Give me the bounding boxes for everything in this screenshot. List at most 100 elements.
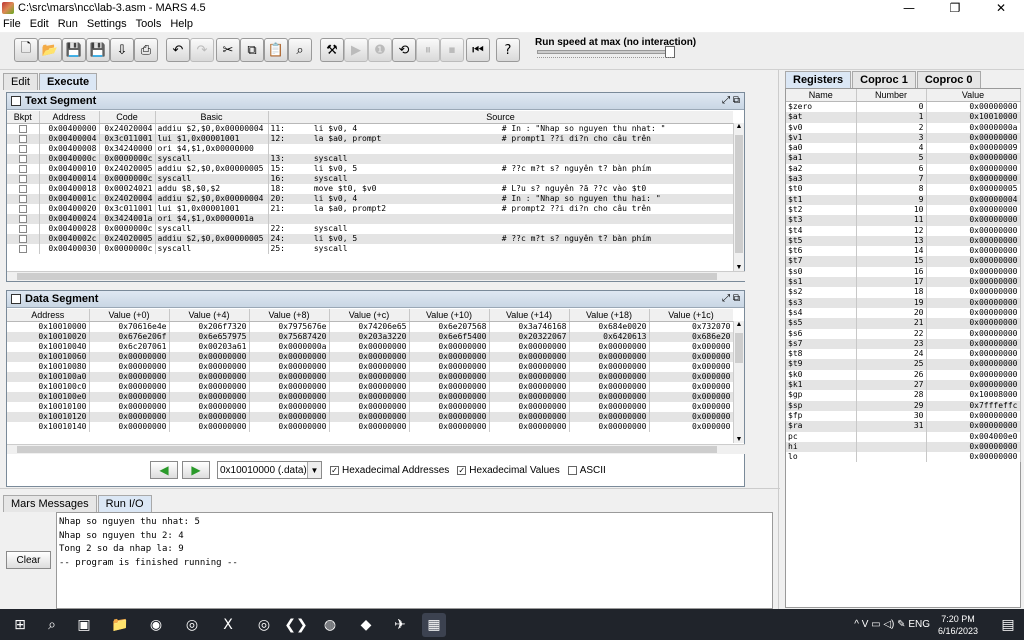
scroll-up-icon[interactable]: ▲ (734, 123, 744, 130)
text-segment-vscroll[interactable]: ▲ ▼ (733, 123, 744, 271)
register-value[interactable]: 0x00000000 (926, 235, 1021, 247)
reset-icon[interactable]: ⏮ (466, 38, 490, 62)
value-cell[interactable]: 0x00000000 (169, 422, 250, 432)
value-cell[interactable]: 0x00000000 (409, 392, 490, 402)
value-cell[interactable]: 0x00000000 (169, 382, 250, 392)
clock[interactable]: 7:20 PM 6/16/2023 (938, 613, 978, 637)
scroll-thumb[interactable] (735, 333, 743, 363)
breakpoint-checkbox[interactable] (18, 184, 27, 193)
value-cell[interactable]: 0x000000 (649, 392, 733, 402)
register-value[interactable]: 0x004000e0 (926, 431, 1021, 442)
value-cell[interactable]: 0x6e6f5400 (409, 332, 490, 342)
value-cell[interactable]: 0x000000 (649, 422, 733, 432)
value-cell[interactable]: 0x206f7320 (169, 321, 250, 332)
scroll-up-icon[interactable]: ▲ (734, 321, 744, 328)
checkbox-checked-icon[interactable]: ✓ (457, 465, 467, 475)
value-cell[interactable]: 0x686e20 (649, 332, 733, 342)
panel-resize-icons[interactable]: ⤢ ⧉ (722, 95, 740, 106)
next-segment-button[interactable]: ▶ (182, 461, 210, 479)
help-icon[interactable]: ? (496, 38, 520, 62)
register-value[interactable]: 0x00000000 (926, 349, 1021, 360)
register-value[interactable]: 0x00000000 (926, 163, 1021, 175)
breakpoint-cell[interactable] (7, 224, 40, 234)
breakpoint-cell[interactable] (7, 144, 40, 154)
value-cell[interactable]: 0x00000000 (489, 362, 570, 372)
value-cell[interactable]: 0x00000000 (329, 392, 410, 402)
value-cell[interactable]: 0x203a3220 (329, 332, 410, 342)
register-value[interactable]: 0x00000000 (926, 215, 1021, 226)
value-cell[interactable]: 0x000000 (649, 352, 733, 362)
value-cell[interactable]: 0x00000000 (249, 412, 330, 422)
hex-addresses-checkbox[interactable]: ✓ Hexadecimal Addresses (330, 465, 449, 476)
save-file-icon[interactable]: 💾 (62, 38, 86, 62)
hex-values-checkbox[interactable]: ✓ Hexadecimal Values (457, 465, 560, 476)
tab-mars-messages[interactable]: Mars Messages (3, 495, 97, 512)
value-cell[interactable]: 0x00000000 (169, 392, 250, 402)
value-cell[interactable]: 0x00000000 (329, 422, 410, 432)
breakpoint-cell[interactable] (7, 123, 40, 134)
value-cell[interactable]: 0x74206e65 (329, 321, 410, 332)
assemble-icon[interactable]: ⚒ (320, 38, 344, 62)
scroll-down-icon[interactable]: ▼ (734, 436, 744, 443)
new-file-icon[interactable]: 🗋 (14, 38, 38, 62)
backstep-icon[interactable]: ⟲ (392, 38, 416, 62)
value-cell[interactable]: 0x000000 (649, 362, 733, 372)
value-cell[interactable]: 0x00000000 (249, 402, 330, 412)
value-cell[interactable]: 0x00000000 (249, 362, 330, 372)
panel-resize-icons[interactable]: ⤢ ⧉ (722, 293, 740, 304)
register-value[interactable]: 0x00000005 (926, 184, 1021, 195)
value-cell[interactable]: 0x00000000 (489, 392, 570, 402)
register-value[interactable]: 0x00000000 (926, 318, 1021, 329)
value-cell[interactable]: 0x676e206f (89, 332, 170, 342)
menu-file[interactable]: File (3, 18, 21, 30)
scroll-down-icon[interactable]: ▼ (734, 264, 744, 271)
value-cell[interactable]: 0x00000000 (89, 352, 170, 362)
value-cell[interactable]: 0x000000 (649, 382, 733, 392)
register-value[interactable]: 0x00000000 (926, 421, 1021, 432)
register-value[interactable]: 0x00000000 (926, 297, 1021, 308)
value-cell[interactable]: 0x00000000 (409, 372, 490, 382)
segment-select[interactable]: 0x10010000 (.data) ▼ (217, 461, 322, 479)
value-cell[interactable]: 0x0000000a (249, 342, 330, 352)
value-cell[interactable]: 0x00000000 (569, 372, 650, 382)
value-cell[interactable]: 0x6c207061 (89, 342, 170, 352)
register-value[interactable]: 0x00000000 (926, 266, 1021, 278)
breakpoint-checkbox[interactable] (18, 164, 27, 173)
hscroll-thumb[interactable] (17, 446, 717, 453)
maximize-button[interactable]: ❐ (932, 0, 978, 16)
value-cell[interactable]: 0x00000000 (489, 402, 570, 412)
register-value[interactable]: 0x0000000a (926, 122, 1021, 133)
value-cell[interactable]: 0x6e657975 (169, 332, 250, 342)
value-cell[interactable]: 0x7975676e (249, 321, 330, 332)
register-value[interactable]: 0x00000000 (926, 204, 1021, 216)
sublime-icon[interactable]: ◆ (354, 613, 378, 637)
task-view-icon[interactable]: ▣ (72, 613, 96, 637)
value-cell[interactable]: 0x00000000 (489, 422, 570, 432)
value-cell[interactable]: 0x00000000 (569, 342, 650, 352)
register-value[interactable]: 0x00000000 (926, 338, 1021, 350)
paint-icon[interactable]: ✈ (388, 613, 412, 637)
file-explorer-icon[interactable]: 📁 (108, 613, 132, 637)
value-cell[interactable]: 0x00000000 (409, 352, 490, 362)
tab-registers[interactable]: Registers (785, 71, 852, 88)
value-cell[interactable]: 0x00000000 (489, 352, 570, 362)
value-cell[interactable]: 0x00000000 (89, 362, 170, 372)
minimize-button[interactable]: — (886, 0, 932, 16)
value-cell[interactable]: 0x00000000 (249, 382, 330, 392)
value-cell[interactable]: 0x00000000 (569, 362, 650, 372)
value-cell[interactable]: 0x00000000 (409, 412, 490, 422)
value-cell[interactable]: 0x00000000 (489, 382, 570, 392)
register-value[interactable]: 0x00000000 (926, 452, 1021, 463)
value-cell[interactable]: 0x00000000 (89, 402, 170, 412)
breakpoint-cell[interactable] (7, 134, 40, 144)
breakpoint-checkbox[interactable] (18, 214, 27, 223)
value-cell[interactable]: 0x00000000 (329, 342, 410, 352)
hscroll-thumb[interactable] (17, 273, 717, 280)
value-cell[interactable]: 0x00000000 (329, 362, 410, 372)
value-cell[interactable]: 0x000000 (649, 372, 733, 382)
register-value[interactable]: 0x00000000 (926, 380, 1021, 391)
print-icon[interactable]: ⎙ (134, 38, 158, 62)
value-cell[interactable]: 0x00000000 (489, 342, 570, 352)
value-cell[interactable]: 0x00000000 (329, 412, 410, 422)
register-value[interactable]: 0x00000000 (926, 132, 1021, 144)
